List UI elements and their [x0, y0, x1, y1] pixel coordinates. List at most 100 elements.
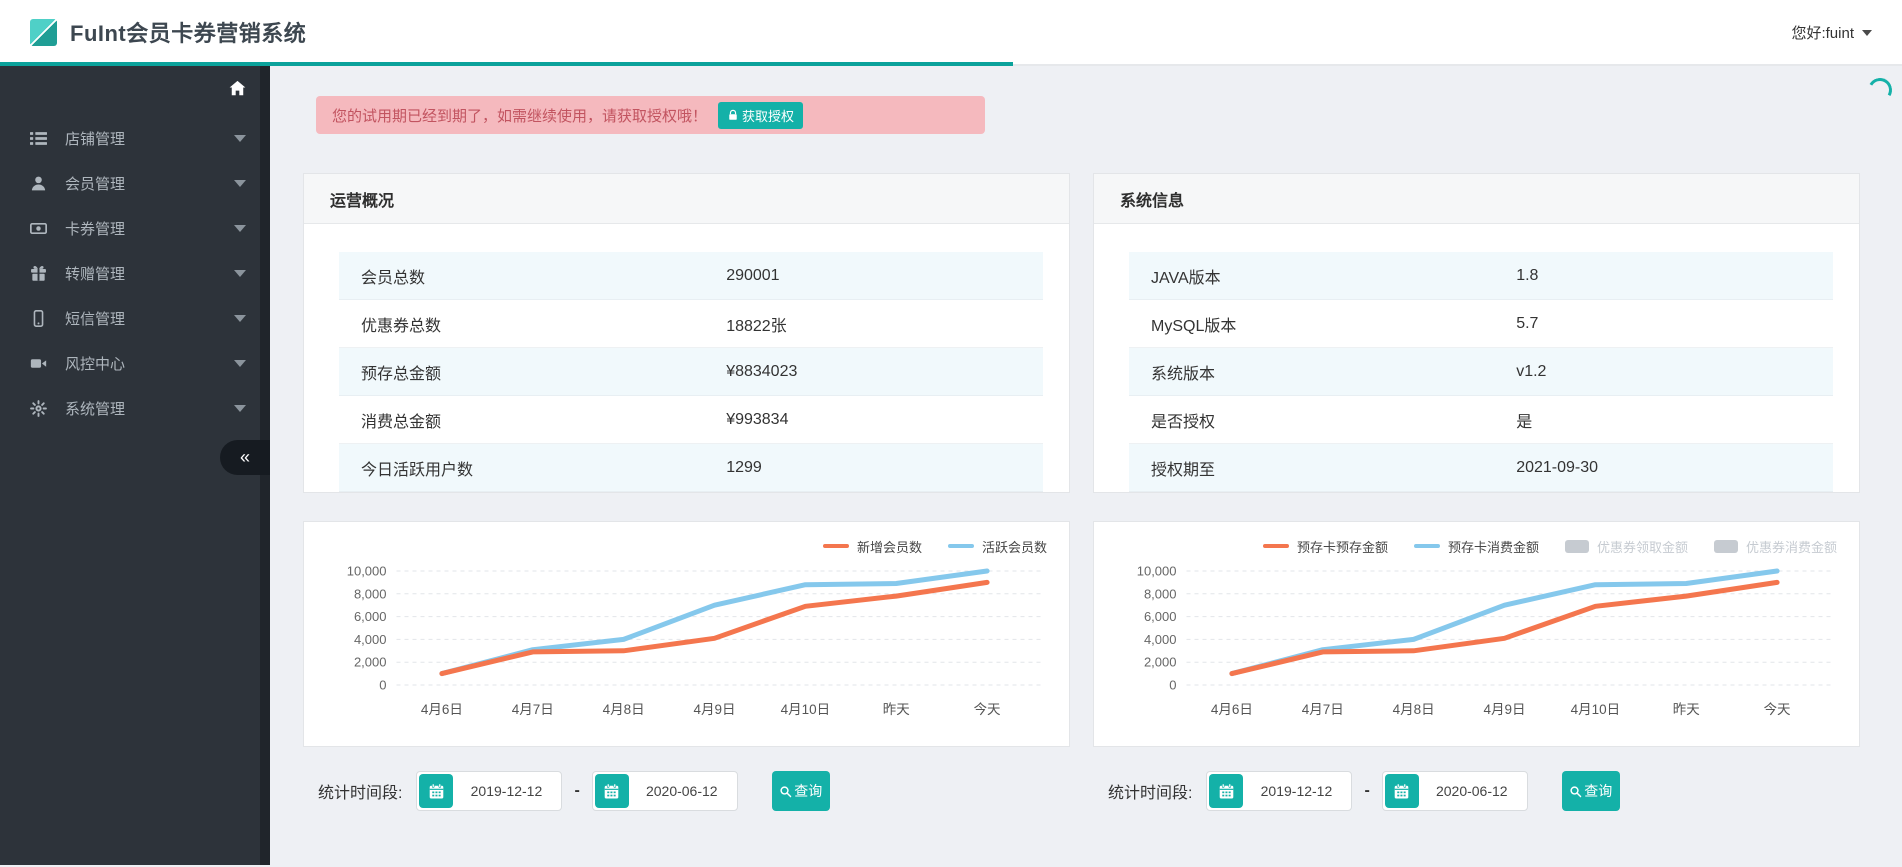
gear-icon	[30, 400, 50, 417]
table-row: JAVA版本 1.8	[1129, 252, 1833, 300]
get-authorization-button[interactable]: 获取授权	[718, 101, 804, 129]
card-body: 会员总数 290001 优惠券总数 18822张预存总金额 ¥8834023 消费总金额 ¥…	[304, 224, 1069, 492]
sidebar-item-4[interactable]: 转赠管理	[0, 251, 270, 296]
row-label: 是否授权	[1151, 413, 1216, 431]
row-label: 预存总金额	[361, 365, 442, 383]
trial-expired-alert: 您的试用期已经到期了，如需继续使用，请获取授权哦！ 获取授权	[316, 96, 985, 134]
row-value: 2021-09-30	[1516, 458, 1599, 476]
svg-text:昨天: 昨天	[1673, 702, 1700, 717]
date-filter-left: 统计时间段: 2019-12-12 - 2020-06-12 查询	[303, 761, 1070, 821]
row-value: 是	[1516, 413, 1533, 431]
svg-text:4月10日: 4月10日	[1571, 702, 1621, 717]
list-icon	[30, 130, 50, 147]
legend-item[interactable]: 优惠券消费金额	[1713, 537, 1837, 556]
row-value: 18822张	[726, 317, 787, 335]
date-range-separator: -	[574, 782, 580, 799]
chevron-down-icon	[234, 180, 246, 187]
table-row: 优惠券总数 18822张	[339, 300, 1043, 348]
home-icon[interactable]	[229, 80, 246, 102]
calendar-icon[interactable]	[419, 774, 454, 808]
svg-text:2,000: 2,000	[1144, 655, 1177, 670]
legend-label: 活跃会员数	[981, 539, 1047, 555]
sidebar-item-7[interactable]: 系统管理	[0, 386, 270, 431]
start-date-input-left[interactable]: 2019-12-12	[416, 771, 563, 811]
card-header: 系统信息	[1094, 174, 1859, 224]
user-menu[interactable]: 您好:fuint	[1791, 22, 1872, 43]
calendar-icon[interactable]	[594, 774, 629, 808]
main-content: 您的试用期已经到期了，如需继续使用，请获取授权哦！ 获取授权 运营概况 会员总数…	[270, 66, 1902, 865]
table-row: 系统版本 v1.2	[1129, 348, 1833, 396]
table-row: 是否授权 是	[1129, 396, 1833, 444]
legend-label: 新增会员数	[856, 539, 922, 555]
search-icon	[1569, 785, 1582, 798]
filter-label: 统计时间段:	[1108, 785, 1193, 802]
legend-label: 优惠券消费金额	[1745, 539, 1837, 555]
row-label: 消费总金额	[361, 413, 442, 431]
legend-swatch-icon	[947, 544, 974, 548]
brand: FuInt会员卡券营销系统	[30, 16, 306, 48]
members-line-chart-card: 新增会员数 活跃会员数 10,000 8,000 6,000 4,000 2,000 0 4月6…	[303, 521, 1070, 747]
card-body: JAVA版本 1.8 MySQL版本 5.7 系统版本 v1.2 是否授权 是授权期至 2021…	[1094, 224, 1859, 492]
svg-text:4,000: 4,000	[354, 632, 387, 647]
legend-item[interactable]: 预存卡预存金额	[1262, 537, 1388, 556]
card-title: 系统信息	[1120, 192, 1185, 210]
table-row: 会员总数 290001	[339, 252, 1043, 300]
start-date-input-right[interactable]: 2019-12-12	[1206, 771, 1353, 811]
legend-item[interactable]: 活跃会员数	[947, 537, 1047, 556]
search-button-right[interactable]: 查询	[1561, 771, 1620, 811]
svg-text:4月10日: 4月10日	[781, 702, 831, 717]
end-date-input-right[interactable]: 2020-06-12	[1381, 771, 1528, 811]
chart-legend: 新增会员数 活跃会员数	[320, 535, 1053, 557]
legend-swatch-icon	[822, 544, 849, 548]
row-label: 优惠券总数	[361, 317, 442, 335]
legend-swatch-icon	[1262, 544, 1289, 548]
legend-item[interactable]: 新增会员数	[822, 537, 922, 556]
chevron-down-icon	[234, 225, 246, 232]
sidebar-item-label: 风控中心	[65, 356, 126, 373]
date-filter-right: 统计时间段: 2019-12-12 - 2020-06-12 查询	[1093, 761, 1860, 821]
search-icon	[779, 785, 792, 798]
lock-icon	[727, 109, 739, 121]
sidebar-item-label: 短信管理	[65, 311, 126, 328]
search-button-left[interactable]: 查询	[771, 771, 830, 811]
row-value: 5.7	[1516, 314, 1539, 332]
table-row: 消费总金额 ¥993834	[339, 396, 1043, 444]
svg-text:10,000: 10,000	[1137, 564, 1177, 579]
legend-item[interactable]: 优惠券领取金额	[1564, 537, 1688, 556]
row-value: v1.2	[1516, 362, 1547, 380]
sidebar-item-2[interactable]: 会员管理	[0, 161, 270, 206]
sidebar-item-1[interactable]: 店铺管理	[0, 116, 270, 161]
sidebar-item-6[interactable]: 风控中心	[0, 341, 270, 386]
chevron-down-icon	[234, 405, 246, 412]
legend-swatch-icon	[1413, 544, 1440, 548]
row-value: ¥8834023	[726, 362, 798, 380]
legend-item[interactable]: 预存卡消费金额	[1413, 537, 1539, 556]
line-chart: 10,000 8,000 6,000 4,000 2,000 0 4月6日 4月7日 4月8日 4…	[1137, 564, 1833, 717]
end-date-input-left[interactable]: 2020-06-12	[591, 771, 738, 811]
sidebar-item-label: 系统管理	[65, 401, 126, 418]
sidebar: 店铺管理 会员管理 卡券管理 转赠管理短信管理风控中心系统管理 «	[0, 66, 270, 865]
svg-text:4月8日: 4月8日	[1393, 702, 1435, 717]
date-value: 2020-06-12	[645, 783, 718, 799]
amounts-line-chart-card: 预存卡预存金额 预存卡消费金额 优惠券领取金额 优惠券消费金额 10,000 8,000 6…	[1093, 521, 1860, 747]
chevron-down-icon	[1862, 30, 1872, 36]
gift-icon	[30, 265, 50, 282]
sidebar-item-5[interactable]: 短信管理	[0, 296, 270, 341]
video-icon	[30, 355, 50, 372]
svg-text:2,000: 2,000	[354, 655, 387, 670]
mobile-icon	[30, 310, 50, 327]
svg-text:0: 0	[379, 678, 386, 693]
chevron-down-icon	[234, 315, 246, 322]
row-label: 会员总数	[361, 269, 426, 287]
date-range-separator: -	[1364, 782, 1370, 799]
legend-label: 预存卡消费金额	[1447, 539, 1539, 555]
svg-text:昨天: 昨天	[883, 702, 910, 717]
calendar-icon[interactable]	[1209, 774, 1244, 808]
sidebar-collapse-button[interactable]: «	[220, 440, 270, 475]
card-title: 运营概况	[330, 192, 395, 210]
row-value: ¥993834	[726, 410, 789, 428]
row-label: JAVA版本	[1151, 269, 1221, 287]
svg-text:8,000: 8,000	[354, 586, 387, 601]
sidebar-item-3[interactable]: 卡券管理	[0, 206, 270, 251]
calendar-icon[interactable]	[1384, 774, 1419, 808]
